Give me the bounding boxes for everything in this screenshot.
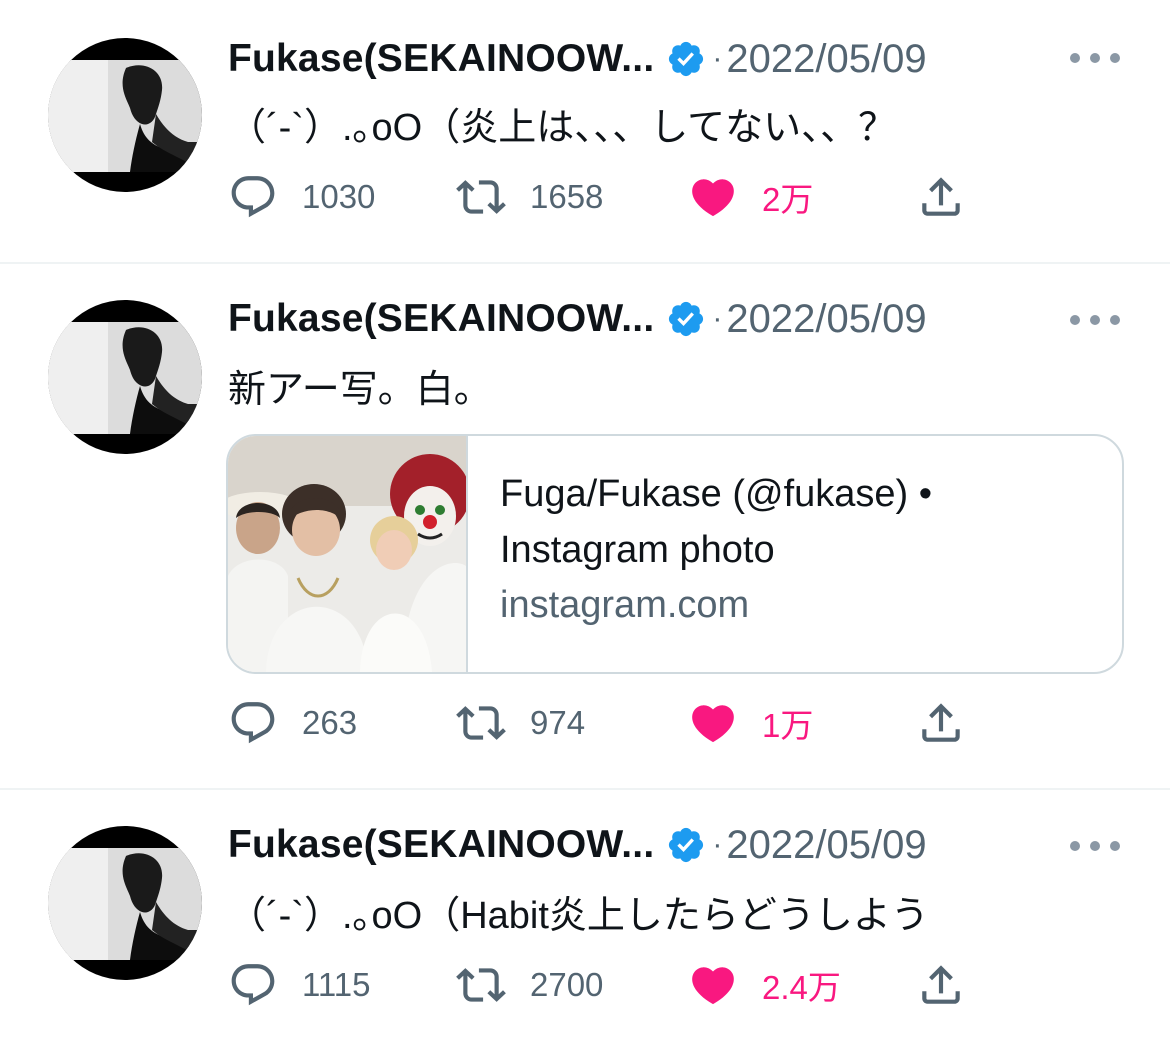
action-bar: 1115 2700 2.4万	[228, 955, 988, 1015]
reply-button[interactable]: 1030	[228, 167, 375, 227]
tweet-text: 新アー写。白。	[228, 369, 492, 411]
separator-dot: ·	[712, 828, 723, 861]
tweet-text: （´-`）.｡oO（Habit炎上したらどうしよう	[228, 895, 929, 937]
tweet[interactable]: Fukase(SEKAINOOW... · 2022/05/09 新アー写。白。…	[0, 264, 1170, 788]
like-button[interactable]: 2.4万	[688, 955, 841, 1015]
card-title-line: Instagram photo	[500, 529, 775, 571]
card-domain: instagram.com	[500, 584, 750, 626]
tweet-text: （´-`）.｡oO（炎上は、、、してない、、？	[228, 107, 897, 149]
card-title-line: Fuga/Fukase (@fukase) •	[500, 473, 933, 515]
reply-count: 1030	[302, 178, 376, 215]
retweet-button[interactable]: 974	[456, 693, 585, 753]
like-count: 2.4万	[762, 969, 841, 1006]
heart-icon	[688, 960, 738, 1010]
display-name[interactable]: Fukase(SEKAINOOW...	[228, 37, 654, 81]
separator-dot: ·	[712, 42, 723, 75]
share-icon	[916, 172, 966, 222]
tweet-date[interactable]: 2022/05/09	[726, 37, 926, 82]
more-options-icon[interactable]	[1070, 836, 1120, 856]
verified-badge-icon	[666, 825, 706, 865]
like-count: 2万	[762, 181, 814, 218]
share-icon	[916, 960, 966, 1010]
reply-count: 263	[302, 704, 358, 741]
separator-dot: ·	[712, 302, 723, 335]
avatar[interactable]	[48, 826, 202, 980]
tweet-header: Fukase(SEKAINOOW... · 2022/05/09	[228, 820, 927, 870]
avatar[interactable]	[48, 300, 202, 454]
action-bar: 1030 1658 2万	[228, 167, 988, 227]
like-button[interactable]: 1万	[688, 693, 813, 753]
retweet-icon	[456, 698, 506, 748]
retweet-count: 974	[530, 704, 586, 741]
more-options-icon[interactable]	[1070, 48, 1120, 68]
avatar[interactable]	[48, 38, 202, 192]
retweet-icon	[456, 960, 506, 1010]
share-button[interactable]	[916, 955, 966, 1015]
reply-count: 1115	[302, 966, 371, 1003]
tweet-date[interactable]: 2022/05/09	[726, 823, 926, 868]
verified-badge-icon	[666, 299, 706, 339]
tweet-header: Fukase(SEKAINOOW... · 2022/05/09	[228, 34, 927, 84]
card-image	[228, 436, 468, 672]
link-preview-card[interactable]: Fuga/Fukase (@fukase) • Instagram photo …	[226, 434, 1124, 674]
card-title: Fuga/Fukase (@fukase) • Instagram photo	[500, 466, 932, 578]
reply-icon	[228, 960, 278, 1010]
reply-button[interactable]: 1115	[228, 955, 371, 1015]
reply-icon	[228, 172, 278, 222]
retweet-button[interactable]: 2700	[456, 955, 603, 1015]
reply-button[interactable]: 263	[228, 693, 357, 753]
tweet[interactable]: Fukase(SEKAINOOW... · 2022/05/09 （´-`）.｡…	[0, 0, 1170, 262]
verified-badge-icon	[666, 39, 706, 79]
retweet-icon	[456, 172, 506, 222]
tweet[interactable]: Fukase(SEKAINOOW... · 2022/05/09 （´-`）.｡…	[0, 790, 1170, 1038]
more-options-icon[interactable]	[1070, 310, 1120, 330]
display-name[interactable]: Fukase(SEKAINOOW...	[228, 823, 654, 867]
like-button[interactable]: 2万	[688, 167, 813, 227]
reply-icon	[228, 698, 278, 748]
share-icon	[916, 698, 966, 748]
like-count: 1万	[762, 707, 814, 744]
retweet-button[interactable]: 1658	[456, 167, 603, 227]
tweet-date[interactable]: 2022/05/09	[726, 297, 926, 342]
share-button[interactable]	[916, 167, 966, 227]
retweet-count: 2700	[530, 966, 604, 1003]
share-button[interactable]	[916, 693, 966, 753]
action-bar: 263 974 1万	[228, 693, 988, 753]
retweet-count: 1658	[530, 178, 604, 215]
heart-icon	[688, 698, 738, 748]
display-name[interactable]: Fukase(SEKAINOOW...	[228, 297, 654, 341]
tweet-header: Fukase(SEKAINOOW... · 2022/05/09	[228, 294, 927, 344]
heart-icon	[688, 172, 738, 222]
